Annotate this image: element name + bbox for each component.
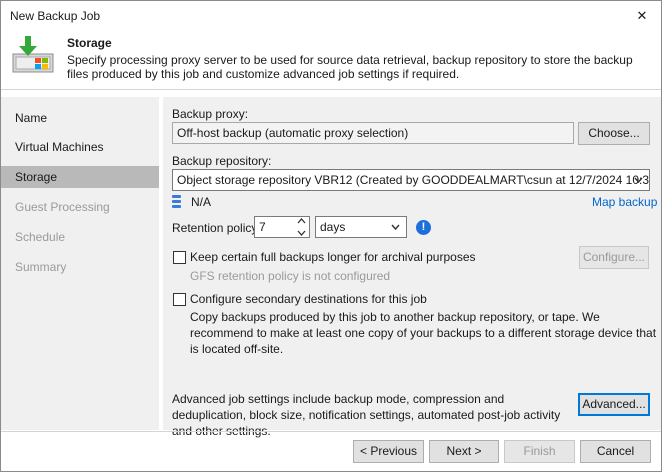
backup-job-icon <box>12 36 54 73</box>
map-backup-link[interactable]: Map backup <box>592 195 657 209</box>
backup-repository-label: Backup repository: <box>172 154 272 168</box>
configure-gfs-button: Configure... <box>579 246 649 269</box>
footer-divider <box>1 431 661 432</box>
archival-checkbox[interactable] <box>173 251 186 264</box>
cancel-button[interactable]: Cancel <box>580 440 651 463</box>
nav-item-name[interactable]: Name <box>1 107 159 129</box>
nav-item-virtual-machines[interactable]: Virtual Machines <box>1 136 159 158</box>
chevron-down-icon[interactable] <box>297 230 306 236</box>
backup-repository-select[interactable]: Object storage repository VBR12 (Created… <box>172 169 650 191</box>
stepper-arrows[interactable] <box>295 218 307 236</box>
previous-button[interactable]: < Previous <box>353 440 424 463</box>
close-icon: ✕ <box>636 8 648 23</box>
retention-policy-label: Retention policy: <box>172 221 261 235</box>
title-bar: New Backup Job ✕ <box>1 1 661 31</box>
secondary-destinations-description: Copy backups produced by this job to ano… <box>190 310 657 356</box>
storage-settings-panel: Backup proxy: Off-host backup (automatic… <box>163 97 661 438</box>
choose-proxy-button[interactable]: Choose... <box>578 122 650 145</box>
close-button[interactable]: ✕ <box>631 5 653 27</box>
nav-item-storage[interactable]: Storage <box>1 166 159 188</box>
nav-item-summary: Summary <box>15 260 67 274</box>
retention-unit-select[interactable]: days <box>315 216 407 238</box>
chevron-down-icon <box>391 217 400 237</box>
backup-proxy-label: Backup proxy: <box>172 107 249 121</box>
retention-value: 7 <box>259 220 266 234</box>
archival-label: Keep certain full backups longer for arc… <box>190 250 476 264</box>
secondary-destinations-label: Configure secondary destinations for thi… <box>190 292 427 306</box>
retention-unit-value: days <box>320 220 346 234</box>
step-title: Storage <box>67 36 112 50</box>
header-divider <box>1 89 661 90</box>
info-icon[interactable]: ! <box>416 220 431 235</box>
backup-proxy-field[interactable]: Off-host backup (automatic proxy selecti… <box>172 122 574 144</box>
next-button[interactable]: Next > <box>429 440 499 463</box>
chevron-up-icon[interactable] <box>297 218 306 224</box>
chevron-down-icon <box>634 170 643 190</box>
new-backup-job-dialog: New Backup Job ✕ Storage Specify process… <box>0 0 662 472</box>
window-title: New Backup Job <box>10 9 101 23</box>
step-description: Specify processing proxy server to be us… <box>67 53 633 81</box>
nav-item-schedule: Schedule <box>15 230 66 244</box>
advanced-button[interactable]: Advanced... <box>578 393 650 416</box>
secondary-destinations-checkbox[interactable] <box>173 293 186 306</box>
wizard-header: Storage Specify processing proxy server … <box>1 31 661 89</box>
wizard-steps-sidebar: Name Virtual Machines Storage Guest Proc… <box>1 97 159 430</box>
gfs-status-text: GFS retention policy is not configured <box>190 269 391 283</box>
retention-value-stepper[interactable]: 7 <box>254 216 310 238</box>
nav-item-guest-processing: Guest Processing <box>15 200 110 214</box>
finish-button: Finish <box>504 440 575 463</box>
backup-repository-value: Object storage repository VBR12 (Created… <box>177 173 650 187</box>
database-icon <box>172 195 181 208</box>
repository-capacity: N/A <box>191 195 212 209</box>
